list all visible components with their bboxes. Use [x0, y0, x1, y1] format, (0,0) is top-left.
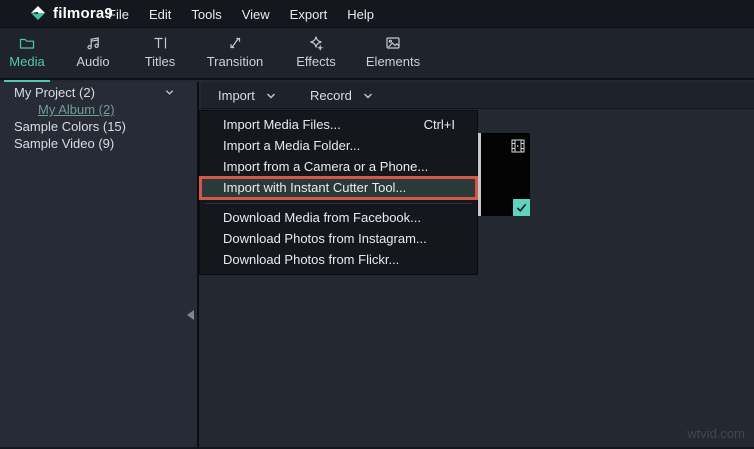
menubar-item-edit[interactable]: Edit — [149, 7, 171, 22]
media-toolbar: Import Record — [201, 82, 754, 109]
sidebar-item-sample-video[interactable]: Sample Video (9) — [0, 135, 197, 152]
menu-item-download-flickr[interactable]: Download Photos from Flickr... — [200, 249, 477, 270]
media-thumbnail[interactable] — [478, 133, 530, 216]
import-button[interactable]: Import — [218, 82, 277, 109]
sidebar-collapse-arrow-icon[interactable] — [187, 310, 194, 320]
tab-elements-label: Elements — [366, 54, 420, 69]
menu-item-import-media-folder[interactable]: Import a Media Folder... — [200, 135, 477, 156]
tab-media[interactable]: Media — [2, 34, 52, 78]
menu-item-import-media-files[interactable]: Import Media Files... Ctrl+I — [200, 114, 477, 135]
media-library-sidebar: My Project (2) My Album (2) Sample Color… — [0, 82, 199, 447]
tab-titles-label: Titles — [145, 54, 176, 69]
tab-effects-label: Effects — [296, 54, 336, 69]
sidebar-item-my-project[interactable]: My Project (2) — [0, 84, 197, 101]
folder-icon — [19, 34, 35, 51]
chevron-down-icon — [362, 90, 374, 102]
import-label: Import — [218, 88, 255, 103]
image-icon — [385, 34, 401, 51]
menu-item-import-instant-cutter[interactable]: Import with Instant Cutter Tool... — [200, 177, 477, 199]
tab-titles[interactable]: Titles — [125, 34, 195, 78]
transition-arrows-icon — [227, 34, 243, 51]
menu-item-download-instagram[interactable]: Download Photos from Instagram... — [200, 228, 477, 249]
menubar-item-view[interactable]: View — [242, 7, 270, 22]
chevron-down-icon — [265, 90, 277, 102]
filmora-logo-icon — [29, 4, 47, 22]
tab-elements[interactable]: Elements — [357, 34, 429, 78]
app-title: filmora9 — [53, 5, 113, 22]
menubar-item-export[interactable]: Export — [290, 7, 328, 22]
record-label: Record — [310, 88, 352, 103]
top-menu-bar: filmora9 File Edit Tools View Export Hel… — [0, 0, 754, 28]
shortcut-ctrl-i: Ctrl+I — [424, 114, 455, 135]
menu-item-import-camera-phone[interactable]: Import from a Camera or a Phone... — [200, 156, 477, 177]
text-cursor-icon — [152, 34, 168, 51]
tab-audio[interactable]: Audio — [58, 34, 128, 78]
menubar-item-tools[interactable]: Tools — [191, 7, 221, 22]
thumbnail-image-sliver — [478, 133, 481, 216]
tab-transition[interactable]: Transition — [198, 34, 272, 78]
feature-tab-bar: Media Audio Titles — [0, 28, 754, 80]
menu-separator — [205, 203, 472, 204]
menubar-item-file[interactable]: File — [108, 7, 129, 22]
sidebar-item-my-album[interactable]: My Album (2) — [0, 101, 197, 118]
tab-transition-label: Transition — [207, 54, 264, 69]
watermark: wtvid.com — [687, 426, 745, 441]
menubar: File Edit Tools View Export Help — [108, 0, 374, 28]
selected-check-icon[interactable] — [513, 199, 530, 216]
music-note-icon — [85, 34, 101, 51]
tab-media-label: Media — [9, 54, 44, 69]
film-strip-icon — [511, 139, 525, 153]
record-button[interactable]: Record — [310, 82, 374, 109]
filmora-app-window: filmora9 File Edit Tools View Export Hel… — [0, 0, 754, 449]
menubar-item-help[interactable]: Help — [347, 7, 374, 22]
import-dropdown-menu: Import Media Files... Ctrl+I Import a Me… — [199, 110, 478, 275]
tab-audio-label: Audio — [76, 54, 109, 69]
tab-effects[interactable]: Effects — [281, 34, 351, 78]
chevron-down-icon[interactable] — [164, 87, 175, 98]
sparkle-icon — [308, 34, 324, 51]
app-logo: filmora9 — [29, 4, 113, 22]
menu-item-download-facebook[interactable]: Download Media from Facebook... — [200, 207, 477, 228]
sidebar-item-sample-colors[interactable]: Sample Colors (15) — [0, 118, 197, 135]
